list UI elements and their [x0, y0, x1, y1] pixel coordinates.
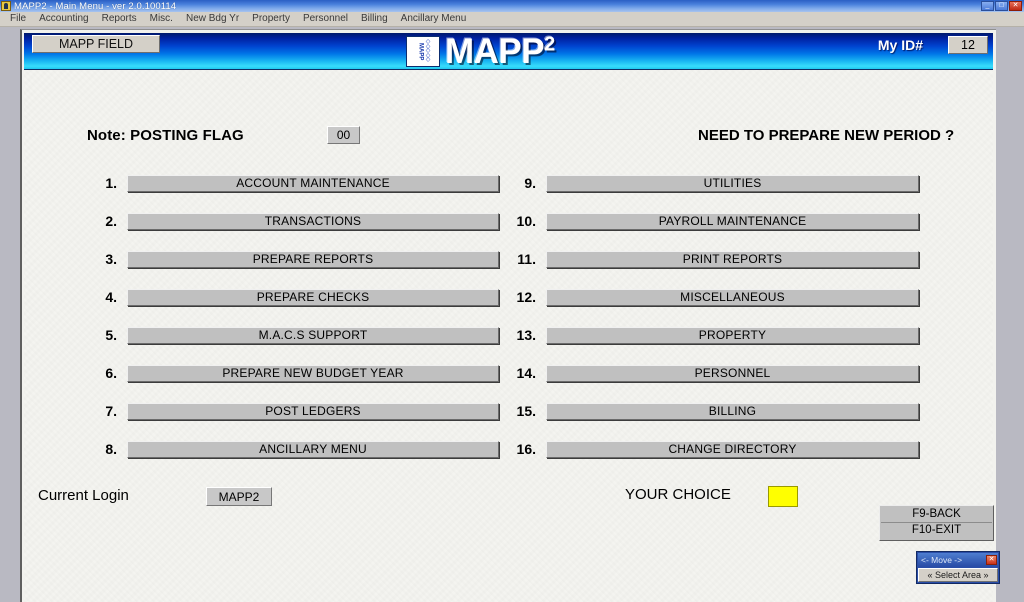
menu-number-2: 2. — [105, 213, 117, 229]
my-id-label: My ID# — [877, 37, 923, 53]
menu-item-accounting[interactable]: Accounting — [33, 12, 95, 26]
menu-number-14: 14. — [516, 365, 536, 381]
menu-column-left: 1. ACCOUNT MAINTENANCE 2. TRANSACTIONS 3… — [87, 164, 499, 468]
menu-item-billing[interactable]: Billing — [355, 12, 395, 26]
select-area-button[interactable]: « Select Area » — [918, 568, 998, 582]
menu-button-property[interactable]: PROPERTY — [546, 326, 919, 344]
menu-button-print-reports[interactable]: PRINT REPORTS — [546, 250, 919, 268]
app-banner: MAPP FIELD MAPP ◇ ◇ ◇ ◇ ◇ MAPP2 My ID# 12 — [24, 33, 993, 70]
posting-flag-label: Note: POSTING FLAG — [87, 127, 244, 144]
menu-number-5: 5. — [105, 327, 117, 343]
menu-number-8: 8. — [105, 441, 117, 457]
menu-number-3: 3. — [105, 251, 117, 267]
menu-item-new-bdg-yr[interactable]: New Bdg Yr — [180, 12, 246, 26]
menu-row: 15. BILLING — [506, 392, 919, 430]
menu-row: 14. PERSONNEL — [506, 354, 919, 392]
menu-item-reports[interactable]: Reports — [96, 12, 144, 26]
window-controls: _ □ ✕ — [981, 1, 1024, 11]
move-widget[interactable]: <- Move -> ✕ « Select Area » — [916, 551, 1000, 584]
main-content: Note: POSTING FLAG 00 NEED TO PREPARE NE… — [24, 70, 994, 602]
menu-number-15: 15. — [516, 403, 536, 419]
application-window: MAPP2 - Main Menu - ver 2.0.100114 _ □ ✕… — [0, 0, 1024, 602]
menu-item-ancillary-menu[interactable]: Ancillary Menu — [395, 12, 474, 26]
logo-superscript: 2 — [544, 32, 555, 55]
menu-item-misc[interactable]: Misc. — [144, 12, 180, 26]
menu-row: 8. ANCILLARY MENU — [87, 430, 499, 468]
menu-row: 13. PROPERTY — [506, 316, 919, 354]
close-button[interactable]: ✕ — [1009, 1, 1022, 11]
logo-box-icon: MAPP ◇ ◇ ◇ ◇ ◇ — [406, 36, 440, 67]
menu-number-6: 6. — [105, 365, 117, 381]
minimize-button[interactable]: _ — [981, 1, 994, 11]
menu-item-file[interactable]: File — [4, 12, 33, 26]
move-widget-titlebar[interactable]: <- Move -> ✕ — [918, 553, 998, 566]
menu-row: 2. TRANSACTIONS — [87, 202, 499, 240]
your-choice-label: YOUR CHOICE — [625, 486, 731, 503]
logo-vertical-text: MAPP — [417, 42, 424, 61]
f9-back-button[interactable]: F9-BACK — [881, 507, 992, 523]
window-title: MAPP2 - Main Menu - ver 2.0.100114 — [14, 0, 177, 12]
menu-button-utilities[interactable]: UTILITIES — [546, 174, 919, 192]
window-titlebar[interactable]: MAPP2 - Main Menu - ver 2.0.100114 _ □ ✕ — [0, 0, 1024, 12]
menu-button-ancillary-menu[interactable]: ANCILLARY MENU — [127, 440, 499, 458]
your-choice-input[interactable] — [768, 486, 798, 507]
menu-row: 12. MISCELLANEOUS — [506, 278, 919, 316]
mapp2-logo: MAPP ◇ ◇ ◇ ◇ ◇ MAPP2 — [406, 33, 555, 70]
menu-row: 6. PREPARE NEW BUDGET YEAR — [87, 354, 499, 392]
menu-column-right: 9. UTILITIES 10. PAYROLL MAINTENANCE 11.… — [506, 164, 919, 468]
menu-button-personnel[interactable]: PERSONNEL — [546, 364, 919, 382]
menu-row: 5. M.A.C.S SUPPORT — [87, 316, 499, 354]
menu-number-16: 16. — [516, 441, 536, 457]
menu-row: 9. UTILITIES — [506, 164, 919, 202]
menu-row: 16. CHANGE DIRECTORY — [506, 430, 919, 468]
menu-button-macs-support[interactable]: M.A.C.S SUPPORT — [127, 326, 499, 344]
menu-button-payroll-maintenance[interactable]: PAYROLL MAINTENANCE — [546, 212, 919, 230]
menu-bar: File Accounting Reports Misc. New Bdg Yr… — [0, 12, 1024, 27]
menu-number-10: 10. — [516, 213, 536, 229]
current-login-value: MAPP2 — [206, 487, 272, 506]
move-widget-title: <- Move -> — [921, 554, 963, 565]
menu-item-personnel[interactable]: Personnel — [297, 12, 355, 26]
function-key-panel: F9-BACK F10-EXIT — [879, 505, 994, 541]
move-widget-close-icon[interactable]: ✕ — [986, 554, 997, 565]
menu-row: 10. PAYROLL MAINTENANCE — [506, 202, 919, 240]
menu-button-change-directory[interactable]: CHANGE DIRECTORY — [546, 440, 919, 458]
menu-button-transactions[interactable]: TRANSACTIONS — [127, 212, 499, 230]
mapp-field-label[interactable]: MAPP FIELD — [32, 35, 160, 53]
menu-number-12: 12. — [516, 289, 536, 305]
menu-button-account-maintenance[interactable]: ACCOUNT MAINTENANCE — [127, 174, 499, 192]
new-period-question: NEED TO PREPARE NEW PERIOD ? — [698, 127, 955, 144]
menu-button-post-ledgers[interactable]: POST LEDGERS — [127, 402, 499, 420]
menu-row: 7. POST LEDGERS — [87, 392, 499, 430]
maximize-button[interactable]: □ — [995, 1, 1008, 11]
logo-chain-icon: ◇ ◇ ◇ ◇ ◇ — [425, 39, 431, 64]
logo-wordmark: MAPP2 — [445, 31, 555, 71]
app-frame: MAPP FIELD MAPP ◇ ◇ ◇ ◇ ◇ MAPP2 My ID# 12 No… — [20, 29, 996, 602]
menu-button-prepare-new-budget-year[interactable]: PREPARE NEW BUDGET YEAR — [127, 364, 499, 382]
menu-button-prepare-checks[interactable]: PREPARE CHECKS — [127, 288, 499, 306]
menu-row: 11. PRINT REPORTS — [506, 240, 919, 278]
menu-number-1: 1. — [105, 175, 117, 191]
menu-row: 4. PREPARE CHECKS — [87, 278, 499, 316]
my-id-value[interactable]: 12 — [948, 36, 988, 54]
menu-number-11: 11. — [517, 251, 536, 267]
menu-item-property[interactable]: Property — [246, 12, 297, 26]
f10-exit-button[interactable]: F10-EXIT — [881, 523, 992, 539]
menu-button-prepare-reports[interactable]: PREPARE REPORTS — [127, 250, 499, 268]
logo-wordmark-text: MAPP — [445, 31, 545, 71]
menu-button-miscellaneous[interactable]: MISCELLANEOUS — [546, 288, 919, 306]
menu-number-7: 7. — [105, 403, 117, 419]
menu-number-13: 13. — [516, 327, 536, 343]
menu-row: 1. ACCOUNT MAINTENANCE — [87, 164, 499, 202]
menu-button-billing[interactable]: BILLING — [546, 402, 919, 420]
menu-row: 3. PREPARE REPORTS — [87, 240, 499, 278]
menu-number-4: 4. — [105, 289, 117, 305]
current-login-label: Current Login — [38, 487, 129, 504]
app-icon — [1, 1, 11, 11]
menu-number-9: 9. — [524, 175, 536, 191]
posting-flag-value[interactable]: 00 — [327, 126, 360, 144]
